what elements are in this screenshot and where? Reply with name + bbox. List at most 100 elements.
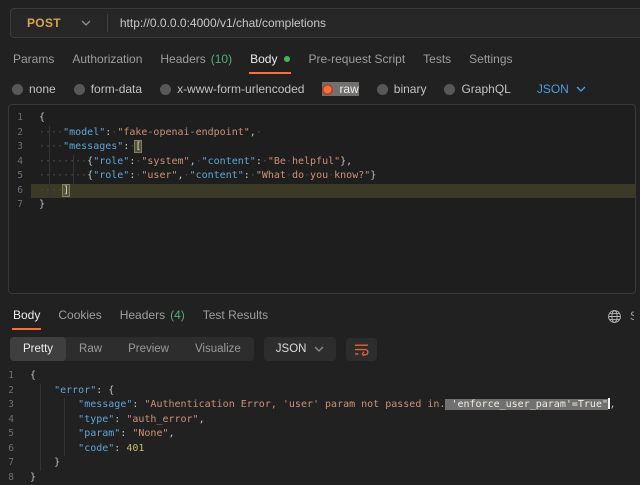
request-tab-settings[interactable]: Settings [468,46,513,74]
request-tab-authorization[interactable]: Authorization [71,46,143,74]
radio-icon [74,84,85,95]
line-number: 3 [9,140,31,155]
code-line: 7} [9,198,635,213]
unsaved-dot-icon [284,56,290,62]
request-code: 1{2····"model":·"fake-openai-endpoint",·… [9,111,635,213]
request-language-label: JSON [537,82,569,96]
response-tab-cookies[interactable]: Cookies [57,302,102,330]
view-pretty[interactable]: Pretty [10,337,66,361]
method-select[interactable]: POST [11,16,107,30]
code-line: 4········{"role":·"system",·"content":·"… [9,155,635,170]
line-number: 5 [9,169,31,184]
response-tab-headers[interactable]: Headers (4) [119,302,186,330]
code-line: 3 "message": "Authentication Error, 'use… [0,398,640,413]
body-type-label: GraphQL [461,82,510,96]
tab-label: Tests [423,52,451,66]
code-line: 4 "type": "auth_error", [0,413,640,428]
request-tab-params[interactable]: Params [12,46,55,74]
response-toolbar: PrettyRawPreviewVisualize JSON [10,337,640,361]
code-line: 2 "error": { [0,384,640,399]
line-number: 2 [9,126,31,141]
view-raw[interactable]: Raw [66,337,115,361]
url-input[interactable] [108,16,640,30]
method-label: POST [27,16,61,30]
body-type-label: form-data [91,82,142,96]
response-language-select[interactable]: JSON [264,337,337,361]
indent-guide [40,384,41,471]
response-view-switcher: PrettyRawPreviewVisualize [10,337,254,361]
response-language-label: JSON [276,343,307,355]
line-number: 1 [0,369,22,384]
view-preview[interactable]: Preview [115,337,182,361]
response-tabs: Body Cookies Headers (4) Test Results [12,302,269,330]
wrap-lines-button[interactable] [346,338,377,361]
code-line: 8} [0,471,640,485]
radio-icon [377,84,388,95]
body-type-binary[interactable]: binary [377,82,427,96]
tab-label: Test Results [203,308,268,322]
indent-guide [49,126,50,198]
request-language-select[interactable]: JSON [537,82,586,96]
body-type-label: binary [394,82,427,96]
view-visualize[interactable]: Visualize [182,337,254,361]
indent-guide [64,398,65,456]
request-tabs: Params Authorization Headers (10) Body Pre-re… [0,46,640,74]
request-tab-pre-request-script[interactable]: Pre-request Script [307,46,406,74]
line-number: 6 [0,442,22,457]
body-type-raw[interactable]: raw [322,82,358,96]
body-type-label: none [29,82,56,96]
code-line: 1{ [0,369,640,384]
line-number: 5 [0,427,22,442]
body-type-graphql[interactable]: GraphQL [444,82,510,96]
body-type-label: x-www-form-urlencoded [177,82,304,96]
radio-icon [322,84,333,95]
wrap-lines-icon [354,343,369,356]
globe-icon[interactable] [607,309,622,324]
body-type-options: none form-data x-www-form-urlencoded raw bin… [12,82,511,96]
request-tab-tests[interactable]: Tests [422,46,452,74]
response-body-editor[interactable]: 1{2 "error": {3 "message": "Authenticati… [0,365,640,485]
response-tab-body[interactable]: Body [12,302,41,330]
tab-label: Headers [120,308,165,322]
tab-label: Cookies [58,308,101,322]
request-url-bar: POST [10,8,640,38]
response-header-right: S [607,309,634,324]
code-line: 6 "code": 401 [0,442,640,457]
radio-icon [444,84,455,95]
line-number: 4 [0,413,22,428]
line-number: 8 [0,471,22,485]
line-number: 7 [0,456,22,471]
tab-label: Body [13,308,40,322]
code-line: 3····"messages":·[ [9,140,635,155]
status-label-partial: S [630,309,634,323]
tab-count-badge: (4) [170,308,185,322]
line-number: 3 [0,398,22,413]
line-number: 2 [0,384,22,399]
code-line: 5 "param": "None", [0,427,640,442]
line-number: 4 [9,155,31,170]
chevron-down-icon [576,86,586,92]
tab-label: Body [250,52,277,66]
line-number: 1 [9,111,31,126]
code-line: 6····] [9,184,635,199]
request-tab-body[interactable]: Body [249,46,291,74]
chevron-down-icon [314,346,324,352]
indent-guide [73,155,74,184]
tab-label: Settings [469,52,512,66]
request-tab-headers[interactable]: Headers (10) [159,46,233,74]
tab-label: Pre-request Script [308,52,405,66]
tab-label: Headers [160,52,205,66]
radio-icon [160,84,171,95]
radio-icon [12,84,23,95]
request-body-editor[interactable]: 1{2····"model":·"fake-openai-endpoint",·… [8,104,636,294]
tab-count-badge: (10) [211,52,232,66]
body-type-none[interactable]: none [12,82,56,96]
chevron-down-icon [81,20,91,26]
body-type-x-www-form-urlencoded[interactable]: x-www-form-urlencoded [160,82,304,96]
body-type-label: raw [339,82,358,96]
response-code: 1{2 "error": {3 "message": "Authenticati… [0,369,640,485]
code-line: 7 } [0,456,640,471]
response-tab-test-results[interactable]: Test Results [202,302,269,330]
body-type-form-data[interactable]: form-data [74,82,142,96]
tab-label: Params [13,52,54,66]
